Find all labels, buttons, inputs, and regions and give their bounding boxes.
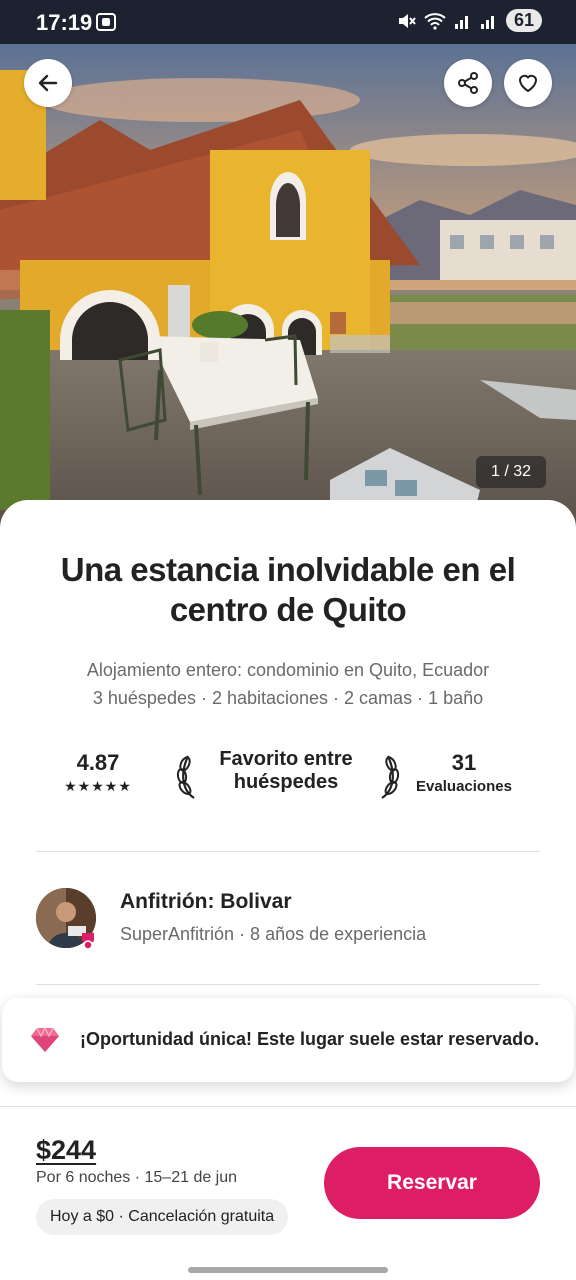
price[interactable]: $244 (36, 1135, 96, 1166)
booking-bar: $244 Por 6 noches · 15–21 de jun Hoy a $… (0, 1106, 576, 1280)
status-icons: 61 (396, 9, 542, 32)
listing-subtitle: Alojamiento entero: condominio en Quito,… (86, 660, 490, 680)
back-button[interactable] (24, 59, 72, 107)
save-favorite-button[interactable] (504, 59, 552, 107)
cancellation-badge: Hoy a $0 · Cancelación gratuita (36, 1199, 289, 1235)
rating-stars: ★★★★★ (64, 778, 132, 794)
rating: 4.87 ★★★★★ (56, 750, 140, 795)
rare-find-text: ¡Oportunidad única! Este lugar suele est… (80, 1029, 540, 1049)
battery-icon: 61 (505, 9, 542, 32)
reviews-count: 31 (451, 750, 477, 775)
listing-details-line: 3 huéspedes · 2 habitaciones · 2 camas ·… (92, 688, 484, 708)
screen-capture-icon (96, 13, 116, 31)
signal-icon (454, 15, 468, 29)
listing-title: Una estancia inolvidable en el centro de… (60, 551, 516, 628)
photo-counter: 1 / 32 (476, 456, 546, 488)
share-button[interactable] (444, 59, 492, 107)
signal-icon (480, 15, 494, 29)
laurel-left-icon (176, 755, 195, 799)
rating-value: 4.87 (76, 750, 120, 775)
price-detail: Por 6 noches · 15–21 de jun (36, 1169, 238, 1186)
divider (36, 851, 540, 852)
laurel-right-icon (381, 755, 400, 799)
home-indicator[interactable] (188, 1267, 388, 1273)
heart-icon (519, 74, 537, 92)
reviews[interactable]: 31 Evaluaciones (408, 750, 520, 795)
stats-row[interactable]: 4.87 ★★★★★ Favorito entre huéspedes 31 E… (36, 748, 540, 808)
wifi-icon (424, 12, 446, 30)
status-bar: 17:19 61 (0, 0, 576, 44)
mute-icon (398, 13, 416, 28)
diamond-icon (31, 1026, 59, 1052)
host-section[interactable]: Anfitrión: Bolivar SuperAnfitrión · 8 añ… (36, 888, 540, 950)
favorite-badge-label: Favorito entre huéspedes (219, 748, 353, 793)
share-icon (458, 72, 478, 94)
status-time: 17:19 (36, 10, 93, 35)
rare-find-banner: ¡Oportunidad única! Este lugar suele est… (2, 998, 574, 1082)
reserve-button[interactable]: Reservar (324, 1147, 540, 1219)
reviews-label: Evaluaciones (416, 778, 512, 795)
divider (36, 984, 540, 985)
host-name: Anfitrión: Bolivar (120, 890, 292, 913)
host-meta: SuperAnfitrión · 8 años de experiencia (120, 924, 427, 944)
back-arrow-icon (38, 74, 58, 92)
superhost-badge-icon (82, 933, 94, 950)
